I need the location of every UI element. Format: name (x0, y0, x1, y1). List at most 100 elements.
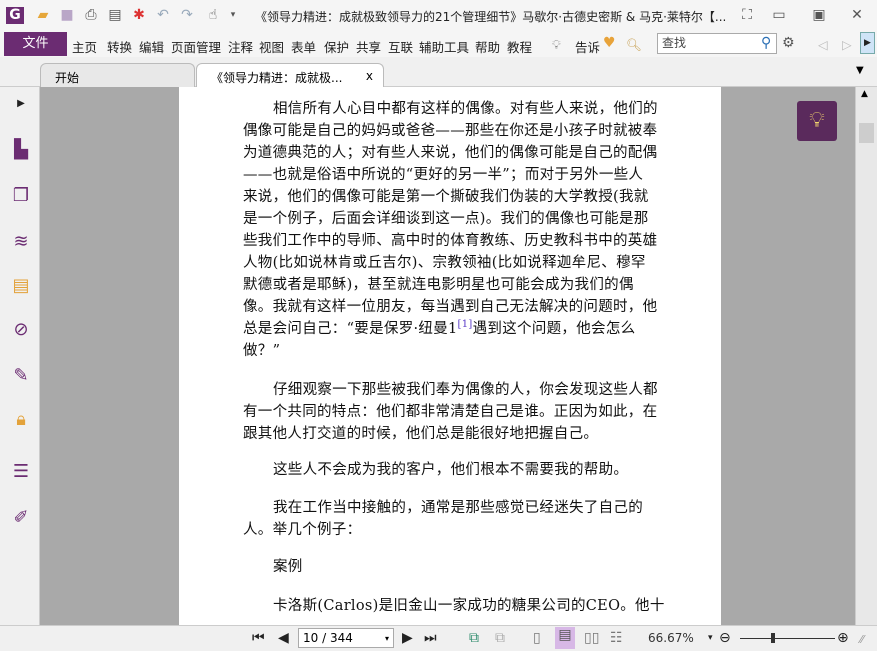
close-button[interactable]: ✕ (848, 7, 866, 24)
attachment-icon[interactable]: ⊘ (10, 319, 32, 341)
left-navigation-panel: ▶ ▙ ❐ ≋ ▤ ⊘ ✎ 🔒︎ ☰ ✐ (0, 87, 40, 625)
menu-share[interactable]: 共享 (356, 37, 381, 56)
customize-dropdown-icon[interactable]: ▾ (224, 7, 242, 24)
zoom-slider[interactable] (740, 638, 835, 639)
new-document-icon[interactable]: ✱ (130, 7, 148, 24)
zoom-out-icon[interactable]: ⊖ (719, 630, 731, 646)
security-lock-icon[interactable]: 🔒︎ (10, 409, 32, 431)
print-icon[interactable]: ⎙ (82, 7, 100, 24)
text-line: 有一个共同的特点：他们都非常清楚自己是谁。正因为如此，在 (243, 404, 658, 420)
menu-view[interactable]: 视图 (259, 37, 284, 56)
zoom-slider-thumb[interactable] (771, 633, 775, 643)
minimize-button[interactable]: ▭ (770, 7, 788, 24)
settings-gear-icon[interactable]: ⚙ (782, 35, 795, 51)
facing-pages-icon[interactable]: ▯▯ (584, 630, 599, 646)
last-page-icon[interactable]: ⏭ (424, 630, 437, 646)
text-line: 案例 (273, 559, 303, 575)
text-line: 仔细观察一下那些被我们奉为偶像的人，你会发现这些人都 (273, 382, 658, 398)
properties-icon[interactable]: ▤ (106, 7, 124, 24)
zoom-dropdown-icon[interactable]: ▾ (708, 633, 713, 643)
text-line: ——也就是俗语中所说的“更好的另一半”；而对于另外一些人 (243, 167, 644, 183)
text-line: 跟其他人打交道的时候，他们总是能很好地把握自己。 (243, 426, 599, 442)
open-folder-icon[interactable]: ▰ (34, 7, 52, 24)
menu-accessibility[interactable]: 辅助工具 (419, 37, 469, 56)
lightbulb-icon[interactable]: 💡︎ (552, 37, 561, 53)
continuous-page-icon[interactable]: ▤ (555, 627, 575, 649)
page-number-input[interactable]: 10 / 344 ▾ (298, 628, 394, 648)
ribbon-scroll-button[interactable]: ▶ (860, 32, 875, 54)
text-line: 来说，他们的偶像可能是第一个撕破我们伪装的大学教授(我就 (243, 189, 649, 205)
tab-close-icon[interactable]: x (366, 69, 373, 83)
menu-protect[interactable]: 保护 (324, 37, 349, 56)
document-page: 相信所有人心目中都有这样的偶像。对有些人来说，他们的 偶像可能是自己的妈妈或爸爸… (179, 87, 721, 625)
tab-list-dropdown-icon[interactable]: ▼ (856, 65, 864, 76)
vertical-scrollbar[interactable]: ▲ (855, 87, 877, 625)
comments-icon[interactable]: ▤ (10, 275, 32, 297)
tab-label: 《领导力精进：成就极... (211, 71, 343, 85)
text-line: 为道德典范的人；对有些人来说，他们的偶像可能是自己的配偶 (243, 145, 658, 161)
menu-help[interactable]: 帮助 (475, 37, 500, 56)
expand-panel-icon[interactable]: ▶ (10, 93, 32, 115)
app-logo-icon: G (6, 7, 24, 24)
prev-page-icon[interactable]: ◀ (278, 630, 289, 646)
menu-tutorial[interactable]: 教程 (507, 37, 532, 56)
text-line: 这些人不会成为我的客户，他们根本不需要我的帮助。 (273, 462, 629, 478)
fullscreen-icon[interactable]: ⛶ (738, 7, 756, 24)
text-segment: 总是会问自己：“要是保罗·纽曼1 (243, 321, 458, 337)
document-viewer[interactable]: 相信所有人心目中都有这样的偶像。对有些人来说，他们的 偶像可能是自己的妈妈或爸爸… (40, 87, 855, 625)
menu-connect[interactable]: 互联 (388, 37, 413, 56)
text-line: 些我们工作中的导师、高中时的体育教练、历史教科书中的英雄 (243, 233, 658, 249)
menu-page-management[interactable]: 页面管理 (171, 37, 221, 56)
form-fields-icon[interactable]: ☰ (10, 461, 32, 483)
tab-document[interactable]: 《领导力精进：成就极... x (196, 63, 384, 87)
prev-arrow-icon[interactable]: ◁ (818, 37, 828, 52)
continuous-facing-icon[interactable]: ☷ (610, 630, 623, 646)
tell-me[interactable]: 告诉 (575, 37, 600, 56)
layers-icon[interactable]: ≋ (10, 231, 32, 253)
resize-grip-icon[interactable]: ⁄⁄ (860, 633, 864, 646)
menu-comment[interactable]: 注释 (228, 37, 253, 56)
scroll-thumb[interactable] (859, 123, 874, 143)
tab-start[interactable]: 开始 (40, 63, 195, 87)
tab-bar: 开始 《领导力精进：成就极... x ▼ (0, 57, 877, 87)
tips-lightbulb-button[interactable]: 💡︎ (797, 101, 837, 141)
menu-bar: 文件 主页 转换 编辑 页面管理 注释 视图 表单 保护 共享 互联 辅助工具 … (0, 30, 877, 57)
redo-icon[interactable]: ↷ (178, 7, 196, 24)
menu-home[interactable]: 主页 (72, 37, 97, 56)
menu-edit[interactable]: 编辑 (139, 37, 164, 56)
save-icon[interactable]: ■ (58, 7, 76, 24)
hand-tool-icon[interactable]: ☝ (204, 7, 222, 24)
maximize-button[interactable]: ▣ (810, 7, 828, 24)
text-line: 人。举几个例子： (243, 522, 362, 538)
search-icon[interactable]: ⚲ (761, 35, 771, 51)
zoom-level[interactable]: 66.67% (648, 631, 694, 645)
status-bar: ⏮ ◀ 10 / 344 ▾ ▶ ⏭ ⧉ ⧉ ▯ ▤ ▯▯ ☷ 66.67% ▾ … (0, 625, 877, 651)
text-line: 像。我就有这样一位朋友，每当遇到自己无法解决的问题时，他 (243, 299, 658, 315)
window-title: 《领导力精进：成就极致领导力的21个管理细节》马歇尔·古德史密斯 & 马克·莱特… (255, 10, 727, 24)
next-page-icon[interactable]: ▶ (402, 630, 413, 646)
text-line: 偶像可能是自己的妈妈或爸爸——那些在你还是小孩子时就被奉 (243, 123, 658, 139)
signature-icon[interactable]: ✎ (10, 365, 32, 387)
first-page-icon[interactable]: ⏮ (252, 630, 265, 646)
menu-form[interactable]: 表单 (291, 37, 316, 56)
undo-icon[interactable]: ↶ (154, 7, 172, 24)
text-line: 卡洛斯(Carlos)是旧金山一家成功的糖果公司的CEO。他十 (273, 598, 665, 614)
feedback-heart-icon[interactable]: ♥ (603, 35, 616, 51)
pages-icon[interactable]: ❐ (10, 185, 32, 207)
search-input[interactable]: 查找 (657, 33, 777, 54)
menu-convert[interactable]: 转换 (107, 37, 132, 56)
zoom-in-icon[interactable]: ⊕ (837, 630, 849, 646)
next-view-icon[interactable]: ⧉ (495, 630, 505, 646)
previous-view-icon[interactable]: ⧉ (469, 630, 479, 646)
text-line: 做？” (243, 343, 281, 359)
footnote-link[interactable]: [1] (458, 319, 473, 330)
certificate-icon[interactable]: ✐ (10, 507, 32, 529)
search-folder-icon[interactable]: 🔍︎ (626, 37, 642, 53)
single-page-icon[interactable]: ▯ (533, 630, 541, 646)
menu-file[interactable]: 文件 (4, 32, 67, 56)
next-arrow-icon[interactable]: ▷ (842, 37, 852, 52)
page-thumbnail-icon[interactable]: ▙ (10, 139, 32, 161)
text-line: 我在工作当中接触的，通常是那些感觉已经迷失了自己的 (273, 500, 643, 516)
scroll-up-icon[interactable]: ▲ (861, 89, 868, 99)
text-line: 相信所有人心目中都有这样的偶像。对有些人来说，他们的 (273, 101, 658, 117)
